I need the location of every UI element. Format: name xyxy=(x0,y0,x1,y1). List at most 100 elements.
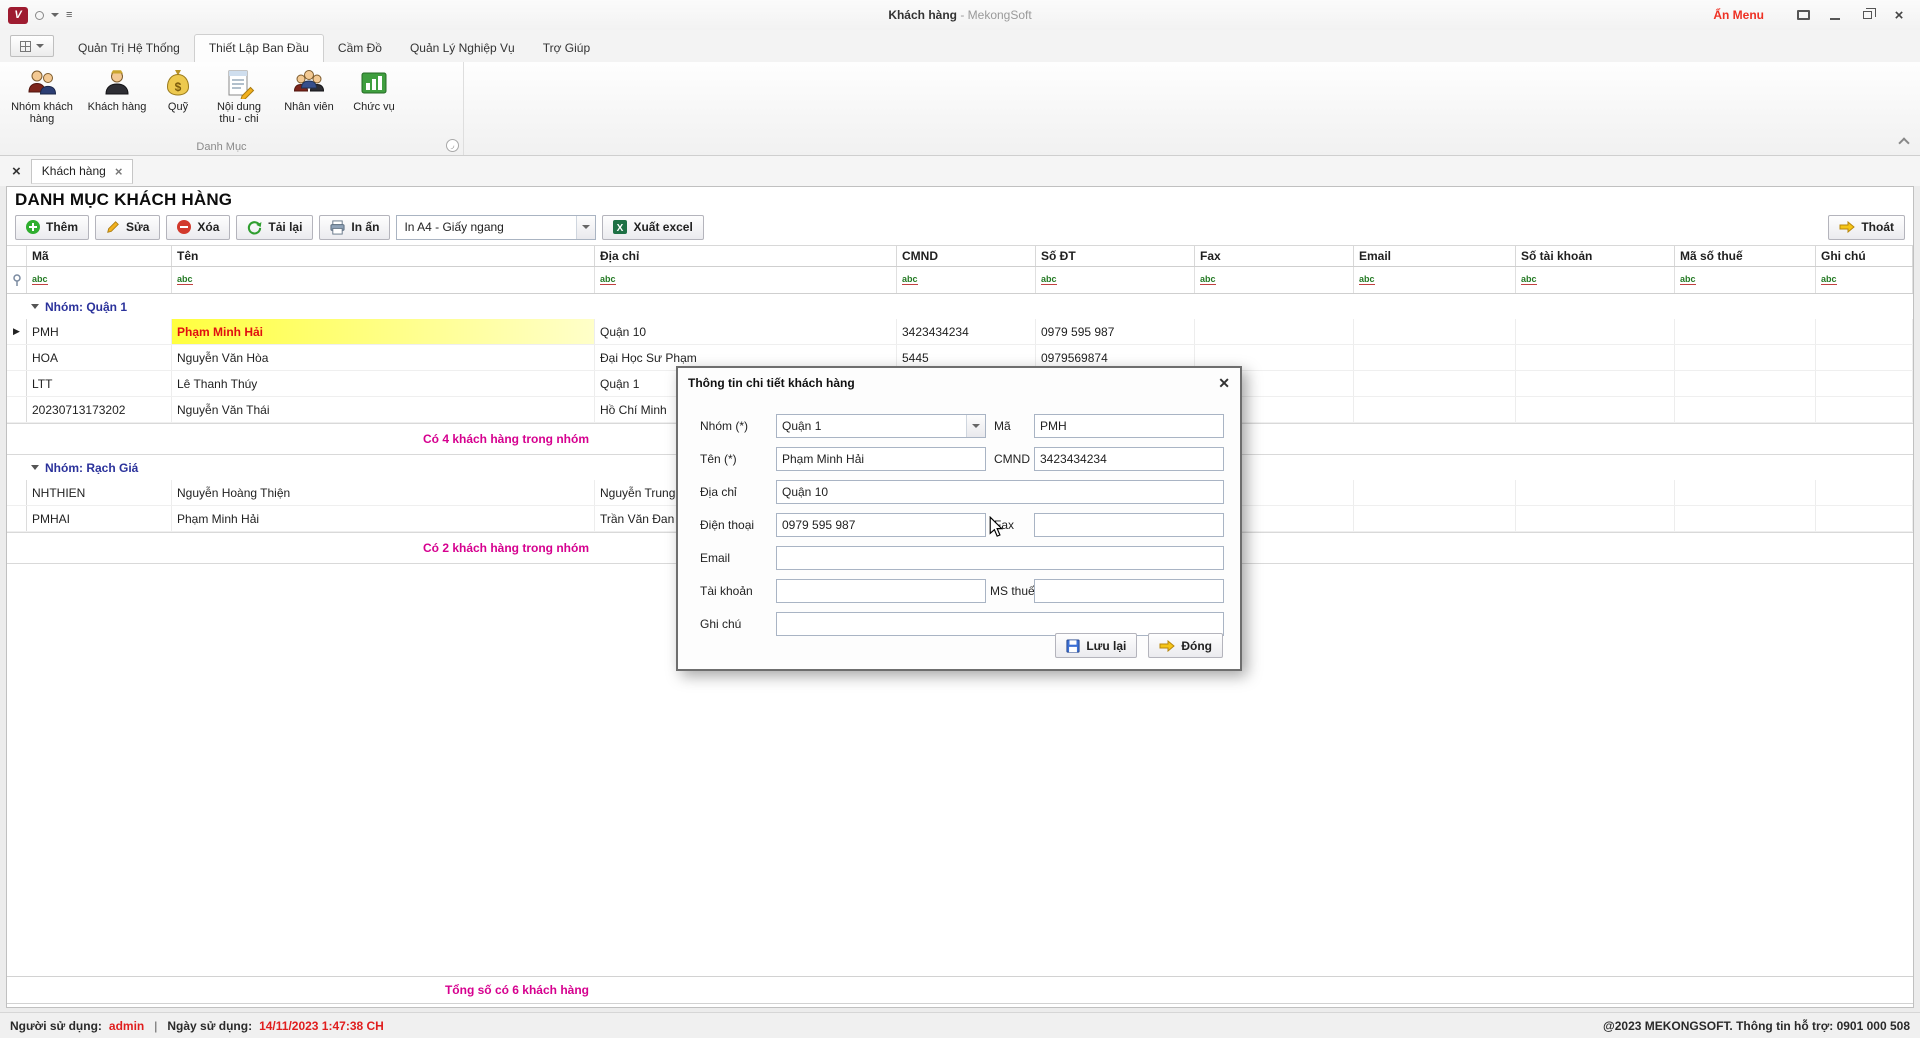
group-dialog-launcher[interactable]: ◞ xyxy=(446,139,459,152)
cell-so-tai-khoan[interactable] xyxy=(1516,480,1675,505)
ma-field[interactable] xyxy=(1034,414,1224,438)
filter-cell-so-tai-khoan[interactable]: abc xyxy=(1516,267,1675,293)
ribbon-item-chuc-vu[interactable]: Chức vụ xyxy=(346,65,402,115)
tab-thiet-lap-ban-dau[interactable]: Thiết Lập Ban Đầu xyxy=(194,34,324,62)
cell-so-tai-khoan[interactable] xyxy=(1516,397,1675,422)
restore-button[interactable] xyxy=(1856,6,1878,24)
dialog-close-icon[interactable]: ✕ xyxy=(1218,375,1230,392)
cell-ten[interactable]: Nguyễn Văn Thái xyxy=(172,397,595,422)
table-row[interactable]: ▶ PMH Phạm Minh Hải Quận 10 3423434234 0… xyxy=(7,319,1913,345)
filter-cell-ten[interactable]: abc xyxy=(172,267,595,293)
column-header-dia-chi[interactable]: Địa chỉ xyxy=(595,246,897,266)
edit-button[interactable]: Sửa xyxy=(95,215,160,240)
cell-fax[interactable] xyxy=(1195,319,1354,344)
tab-cam-do[interactable]: Cầm Đồ xyxy=(324,34,396,62)
minimize-button[interactable] xyxy=(1824,6,1846,24)
cell-ma-so-thue[interactable] xyxy=(1675,345,1816,370)
qat-customize-icon[interactable]: ≡ xyxy=(66,9,72,21)
print-format-select[interactable]: In A4 - Giấy ngang xyxy=(396,215,596,240)
group-row-quan-1[interactable]: Nhóm: Quận 1 xyxy=(7,294,1913,319)
cell-ten-selected[interactable]: Phạm Minh Hải xyxy=(172,319,595,344)
cell-so-tai-khoan[interactable] xyxy=(1516,506,1675,531)
cell-ten[interactable]: Phạm Minh Hải xyxy=(172,506,595,531)
ribbon-item-nhom-khach-hang[interactable]: Nhóm khách hàng xyxy=(6,65,78,127)
ribbon-item-noi-dung-thu-chi[interactable]: Nội dung thu - chi xyxy=(206,65,272,127)
delete-button[interactable]: Xóa xyxy=(166,215,230,240)
cell-ma[interactable]: 20230713173202 xyxy=(27,397,172,422)
ribbon-collapse-icon[interactable] xyxy=(1898,137,1909,148)
cell-cmnd[interactable]: 3423434234 xyxy=(897,319,1036,344)
filter-cell-email[interactable]: abc xyxy=(1354,267,1516,293)
filter-cell-cmnd[interactable]: abc xyxy=(897,267,1036,293)
cell-ten[interactable]: Nguyễn Văn Hòa xyxy=(172,345,595,370)
close-button[interactable]: × xyxy=(1888,6,1910,24)
cell-ghi-chu[interactable] xyxy=(1816,319,1913,344)
column-header-cmnd[interactable]: CMND xyxy=(897,246,1036,266)
filter-cell-ma-so-thue[interactable]: abc xyxy=(1675,267,1816,293)
ribbon-item-nhan-vien[interactable]: Nhân viên xyxy=(278,65,340,115)
close-document-button[interactable]: × xyxy=(12,163,21,180)
cell-ghi-chu[interactable] xyxy=(1816,480,1913,505)
cell-ma-so-thue[interactable] xyxy=(1675,371,1816,396)
cell-so-tai-khoan[interactable] xyxy=(1516,319,1675,344)
save-button[interactable]: Lưu lại xyxy=(1055,633,1137,658)
tab-quan-ly-nghiep-vu[interactable]: Quản Lý Nghiệp Vụ xyxy=(396,34,529,62)
column-header-ten[interactable]: Tên xyxy=(172,246,595,266)
add-button[interactable]: Thêm xyxy=(15,215,89,240)
dia-chi-field[interactable] xyxy=(776,480,1224,504)
cell-ten[interactable]: Lê Thanh Thúy xyxy=(172,371,595,396)
fit-screen-button[interactable] xyxy=(1792,6,1814,24)
reload-button[interactable]: Tải lại xyxy=(236,215,313,240)
cell-ma[interactable]: NHTHIEN xyxy=(27,480,172,505)
cell-email[interactable] xyxy=(1354,506,1516,531)
cell-so-dt[interactable]: 0979 595 987 xyxy=(1036,319,1195,344)
cell-email[interactable] xyxy=(1354,371,1516,396)
column-header-ma-so-thue[interactable]: Mã số thuế xyxy=(1675,246,1816,266)
dropdown-arrow-button[interactable] xyxy=(966,415,985,437)
cell-ma[interactable]: HOA xyxy=(27,345,172,370)
ten-field[interactable] xyxy=(776,447,986,471)
ms-thue-field[interactable] xyxy=(1034,579,1224,603)
cell-ma[interactable]: PMH xyxy=(27,319,172,344)
fax-field[interactable] xyxy=(1034,513,1224,537)
dropdown-arrow-button[interactable] xyxy=(576,216,595,239)
column-header-ma[interactable]: Mã xyxy=(27,246,172,266)
ribbon-item-quy[interactable]: $ Quỹ xyxy=(156,65,200,115)
column-header-ghi-chu[interactable]: Ghi chú xyxy=(1816,246,1913,266)
cell-ma-so-thue[interactable] xyxy=(1675,397,1816,422)
cell-ghi-chu[interactable] xyxy=(1816,397,1913,422)
cell-ma-so-thue[interactable] xyxy=(1675,506,1816,531)
cell-email[interactable] xyxy=(1354,319,1516,344)
print-button[interactable]: In ấn xyxy=(319,215,390,240)
cell-ten[interactable]: Nguyễn Hoàng Thiện xyxy=(172,480,595,505)
cell-ghi-chu[interactable] xyxy=(1816,345,1913,370)
cell-ghi-chu[interactable] xyxy=(1816,371,1913,396)
cmnd-field[interactable] xyxy=(1034,447,1224,471)
tab-tro-giup[interactable]: Trợ Giúp xyxy=(529,34,604,62)
cell-ma-so-thue[interactable] xyxy=(1675,480,1816,505)
cell-email[interactable] xyxy=(1354,480,1516,505)
column-header-so-dt[interactable]: Số ĐT xyxy=(1036,246,1195,266)
tai-khoan-field[interactable] xyxy=(776,579,986,603)
export-excel-button[interactable]: X Xuất excel xyxy=(602,215,703,240)
qat-button-icon[interactable] xyxy=(35,11,44,20)
collapse-triangle-icon[interactable] xyxy=(31,465,39,470)
dialog-titlebar[interactable]: Thông tin chi tiết khách hàng ✕ xyxy=(678,368,1240,398)
column-header-so-tai-khoan[interactable]: Số tài khoản xyxy=(1516,246,1675,266)
collapse-triangle-icon[interactable] xyxy=(31,304,39,309)
hide-menu-button[interactable]: Ẩn Menu xyxy=(1713,8,1764,22)
column-header-fax[interactable]: Fax xyxy=(1195,246,1354,266)
nhom-select[interactable]: Quận 1 xyxy=(776,414,986,438)
filter-cell-dia-chi[interactable]: abc xyxy=(595,267,897,293)
cell-ma[interactable]: LTT xyxy=(27,371,172,396)
exit-button[interactable]: Thoát xyxy=(1828,215,1905,240)
ribbon-item-khach-hang[interactable]: Khách hàng xyxy=(84,65,150,115)
cell-ghi-chu[interactable] xyxy=(1816,506,1913,531)
dialog-close-button[interactable]: Đóng xyxy=(1148,633,1223,658)
cell-email[interactable] xyxy=(1354,397,1516,422)
chevron-down-icon[interactable] xyxy=(51,13,59,17)
filter-cell-so-dt[interactable]: abc xyxy=(1036,267,1195,293)
cell-ma[interactable]: PMHAI xyxy=(27,506,172,531)
application-menu-button[interactable] xyxy=(10,35,54,57)
tab-close-icon[interactable]: × xyxy=(115,164,123,179)
